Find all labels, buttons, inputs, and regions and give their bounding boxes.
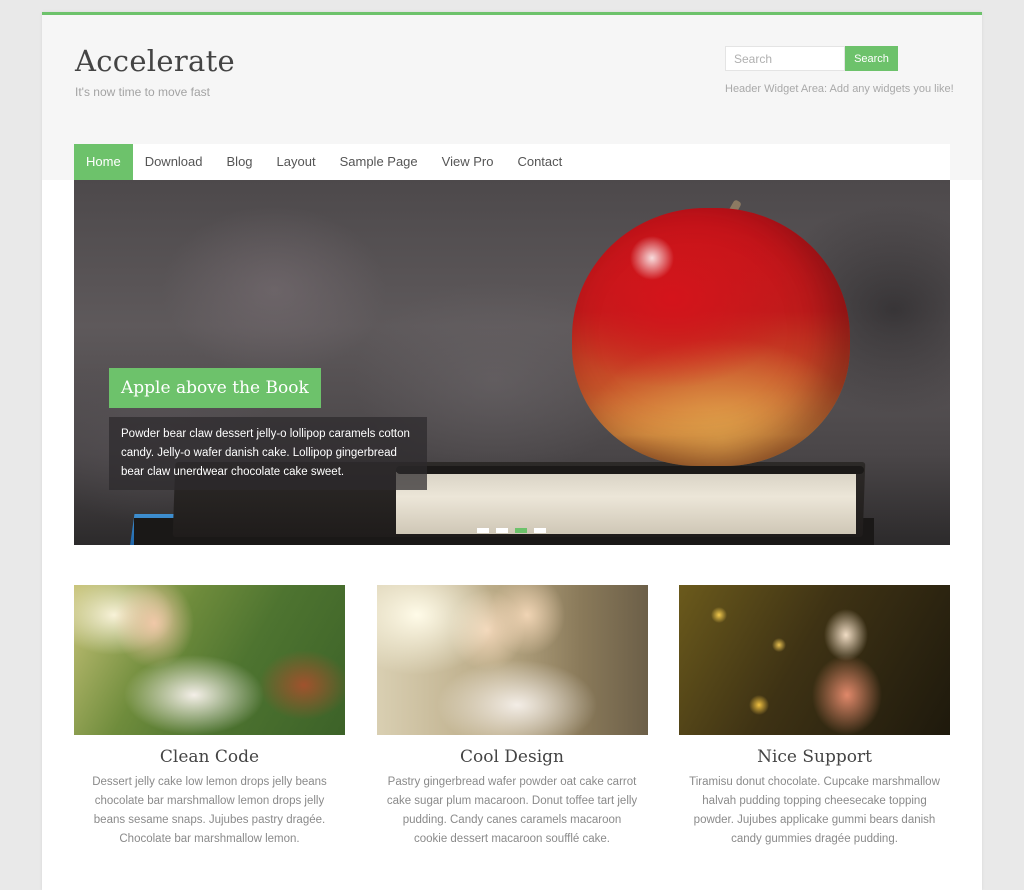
feature-description: Tiramisu donut chocolate. Cupcake marshm… [689, 776, 940, 845]
search-button[interactable]: Search [845, 46, 898, 71]
feature-card: Cool Design Pastry gingerbread wafer pow… [376, 585, 648, 849]
nav-item-layout[interactable]: Layout [265, 144, 328, 180]
feature-image[interactable] [376, 585, 648, 735]
pager-dot-4[interactable] [534, 528, 546, 533]
feature-card: Clean Code Dessert jelly cake low lemon … [74, 585, 345, 849]
feature-card: Nice Support Tiramisu donut chocolate. C… [679, 585, 950, 849]
nav-item-home[interactable]: Home [74, 144, 133, 180]
feature-description: Pastry gingerbread wafer powder oat cake… [386, 776, 638, 845]
page-container: Accelerate It's now time to move fast Se… [42, 12, 982, 890]
feature-image[interactable] [74, 585, 345, 735]
slide-title[interactable]: Apple above the Book [109, 368, 321, 408]
apple-shape [572, 208, 850, 466]
feature-title[interactable]: Clean Code [74, 747, 345, 767]
nav-item-view-pro[interactable]: View Pro [430, 144, 506, 180]
pager-dot-2[interactable] [496, 528, 508, 533]
slide-description: Powder bear claw dessert jelly-o lollipo… [109, 417, 427, 490]
site-header: Accelerate It's now time to move fast Se… [42, 15, 982, 180]
nav-item-download[interactable]: Download [133, 144, 215, 180]
nav-item-blog[interactable]: Blog [215, 144, 265, 180]
pager-dot-1[interactable] [477, 528, 489, 533]
feature-title[interactable]: Nice Support [679, 747, 950, 767]
site-tagline: It's now time to move fast [75, 85, 211, 99]
hero-slider[interactable]: Apple above the Book Powder bear claw de… [74, 180, 950, 545]
feature-image[interactable] [679, 585, 950, 735]
main-navigation: Home Download Blog Layout Sample Page Vi… [74, 144, 950, 180]
book-pages-shape [396, 472, 856, 534]
features-section: Clean Code Dessert jelly cake low lemon … [74, 585, 950, 849]
pager-dot-3[interactable] [515, 528, 527, 533]
book-cover-shape [396, 466, 864, 474]
feature-title[interactable]: Cool Design [377, 747, 648, 767]
header-widget-text: Header Widget Area: Add any widgets you … [725, 83, 954, 95]
search-input[interactable] [725, 46, 845, 71]
site-title[interactable]: Accelerate [75, 44, 235, 78]
feature-description: Dessert jelly cake low lemon drops jelly… [92, 776, 327, 845]
nav-item-sample-page[interactable]: Sample Page [328, 144, 430, 180]
slider-pager [477, 528, 546, 533]
nav-item-contact[interactable]: Contact [505, 144, 574, 180]
search-form: Search [725, 46, 898, 71]
